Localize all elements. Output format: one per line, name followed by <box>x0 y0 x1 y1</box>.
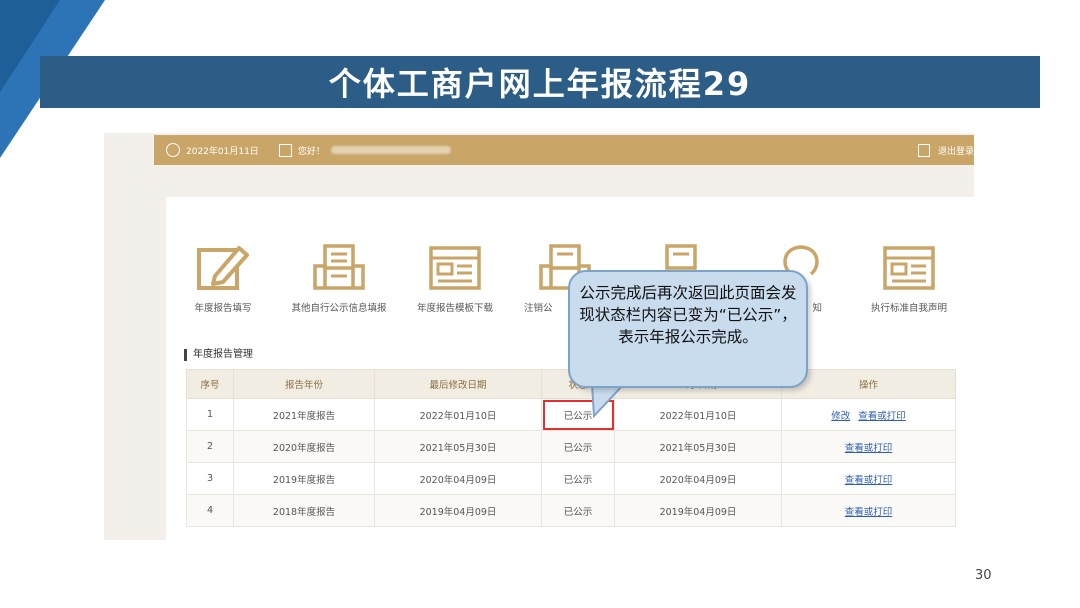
menu-template-download[interactable]: 年度报告模板下载 <box>400 242 510 314</box>
slide-title-bar: 个体工商户网上年报流程29 <box>40 56 1040 108</box>
cell-actions: 查看或打印 <box>781 494 956 527</box>
cell-year: 2021年度报告 <box>233 398 375 431</box>
annual-report-table: 序号 报告年份 最后修改日期 状态 公示日期 操作 1 2021年度报告 202… <box>186 369 956 527</box>
cell-year: 2019年度报告 <box>233 462 375 495</box>
current-date: 2022年01月11日 <box>186 146 259 157</box>
slide-title: 个体工商户网上年报流程29 <box>328 65 752 103</box>
view-print-link[interactable]: 查看或打印 <box>845 443 893 454</box>
table-row: 3 2019年度报告 2020年04月09日 已公示 2020年04月09日 查… <box>186 462 956 495</box>
page-number: 30 <box>975 568 992 583</box>
table-row: 1 2021年度报告 2022年01月10日 已公示 2022年01月10日 修… <box>186 398 956 431</box>
cell-actions: 修改 查看或打印 <box>781 398 956 431</box>
cell-published: 2020年04月09日 <box>614 462 782 495</box>
clock-icon <box>166 143 180 157</box>
logout-label: 退出登录 <box>937 146 974 157</box>
callout-text: 公示完成后再次返回此页面会发现状态栏内容已变为“已公示”，表示年报公示完成。 <box>579 284 797 346</box>
cell-actions: 查看或打印 <box>781 430 956 463</box>
section-title: 年度报告管理 <box>184 349 253 361</box>
cell-published: 2019年04月09日 <box>614 494 782 527</box>
edit-link[interactable]: 修改 <box>831 411 850 422</box>
inbox-icon <box>313 244 365 290</box>
menu-standard-declaration[interactable]: 执行标准自我声明 <box>854 242 964 314</box>
cell-status: 已公示 <box>541 494 615 527</box>
cell-status: 已公示 <box>541 430 615 463</box>
cell-year: 2020年度报告 <box>233 430 375 463</box>
edit-icon <box>197 246 249 290</box>
logout-icon <box>917 143 930 157</box>
menu-label: 执行标准自我声明 <box>870 303 947 314</box>
cell-year: 2018年度报告 <box>233 494 375 527</box>
cell-published: 2022年01月10日 <box>614 398 782 431</box>
cell-published: 2021年05月30日 <box>614 430 782 463</box>
cell-modified: 2021年05月30日 <box>374 430 542 463</box>
menu-label: 年度报告模板下载 <box>416 303 493 314</box>
cell-no: 1 <box>186 398 234 431</box>
cell-no: 3 <box>186 462 234 495</box>
form-template-icon <box>883 246 935 290</box>
cell-no: 2 <box>186 430 234 463</box>
cell-actions: 查看或打印 <box>781 462 956 495</box>
form-template-icon <box>429 246 481 290</box>
callout-pointer <box>590 384 626 418</box>
cell-modified: 2022年01月10日 <box>374 398 542 431</box>
redacted-username <box>330 146 451 154</box>
menu-label: 年度报告填写 <box>194 303 252 314</box>
view-print-link[interactable]: 查看或打印 <box>858 411 906 422</box>
greeting: 您好！ <box>297 146 325 157</box>
cell-modified: 2019年04月09日 <box>374 494 542 527</box>
menu-other-disclosure[interactable]: 其他自行公示信息填报 <box>284 242 394 314</box>
table-row: 4 2018年度报告 2019年04月09日 已公示 2019年04月09日 查… <box>186 494 956 527</box>
cell-status: 已公示 <box>541 462 615 495</box>
col-header: 最后修改日期 <box>374 369 542 399</box>
cell-no: 4 <box>186 494 234 527</box>
col-header: 报告年份 <box>233 369 375 399</box>
view-print-link[interactable]: 查看或打印 <box>845 475 893 486</box>
cell-modified: 2020年04月09日 <box>374 462 542 495</box>
menu-annual-report-fill[interactable]: 年度报告填写 <box>168 242 278 314</box>
top-bar: 2022年01月11日 您好！ 退出登录 <box>154 135 974 165</box>
user-icon <box>278 143 292 157</box>
col-header: 序号 <box>186 369 234 399</box>
logout-button[interactable]: 退出登录 <box>917 143 974 157</box>
table-row: 2 2020年度报告 2021年05月30日 已公示 2021年05月30日 查… <box>186 430 956 463</box>
col-header: 操作 <box>781 369 956 399</box>
menu-label: 其他自行公示信息填报 <box>291 303 387 314</box>
view-print-link[interactable]: 查看或打印 <box>845 507 893 518</box>
screenshot-frame: 2022年01月11日 您好！ 退出登录 年度报告填写 其他自行公示信息填报 年… <box>104 133 974 540</box>
callout-bubble: 公示完成后再次返回此页面会发现状态栏内容已变为“已公示”，表示年报公示完成。 <box>568 270 808 388</box>
